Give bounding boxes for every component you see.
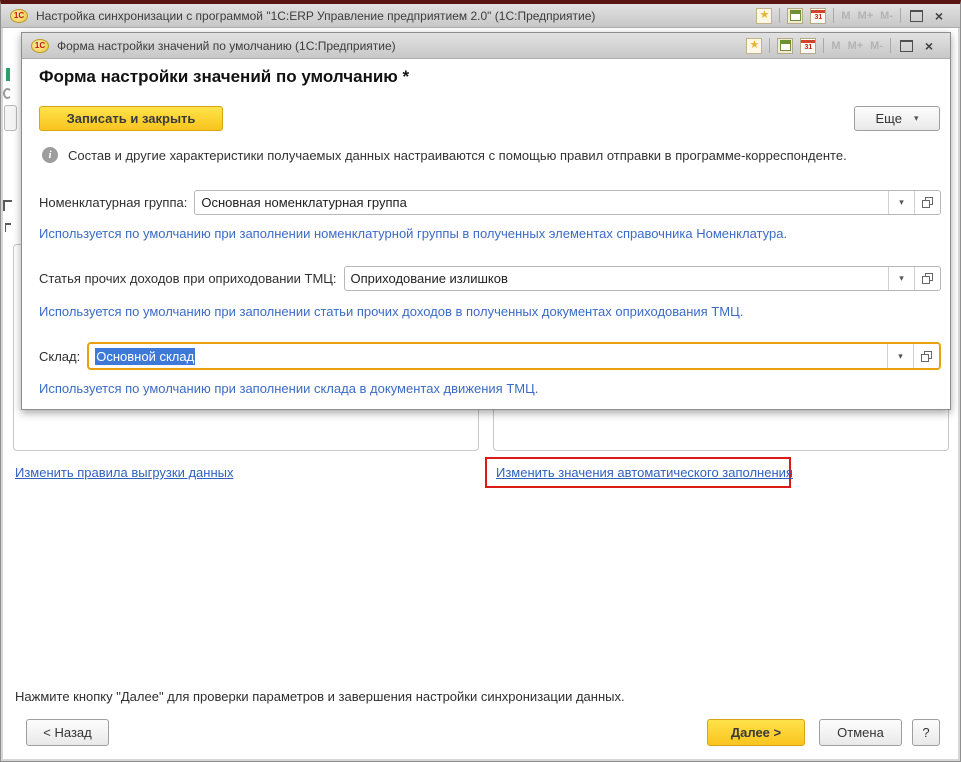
calculator-icon[interactable]: [777, 38, 793, 54]
change-autofill-values-link[interactable]: Изменить значения автоматического заполн…: [496, 465, 793, 480]
open-button[interactable]: [914, 267, 940, 290]
calendar-icon[interactable]: 31: [800, 38, 816, 54]
occluded-content-fragment: [6, 68, 10, 81]
info-banner: i Состав и другие характеристики получае…: [42, 147, 847, 163]
field-hint: Используется по умолчанию при заполнении…: [39, 226, 787, 241]
wizard-hint-text: Нажмите кнопку "Далее" для проверки пара…: [15, 689, 625, 704]
titlebar-divider: [900, 8, 901, 23]
field-label: Склад:: [39, 349, 80, 364]
change-upload-rules-link[interactable]: Изменить правила выгрузки данных: [15, 465, 233, 480]
modal-titlebar: 1С Форма настройки значений по умолчанию…: [22, 33, 950, 59]
cancel-button[interactable]: Отмена: [819, 719, 902, 746]
maximize-icon[interactable]: [898, 38, 914, 54]
field-hint: Используется по умолчанию при заполнении…: [39, 381, 538, 396]
chevron-down-icon: ▾: [898, 351, 903, 362]
memory-m-button: М: [841, 10, 850, 22]
combobox-value[interactable]: Основная номенклатурная группа: [195, 191, 888, 214]
back-button[interactable]: < Назад: [26, 719, 109, 746]
back-window: 1С Настройка синхронизации с программой …: [0, 0, 961, 762]
memory-m-plus-button: М+: [848, 40, 864, 52]
occluded-content-fragment: [3, 88, 12, 99]
memory-m-minus-button: М-: [880, 10, 893, 22]
other-income-item-combobox: Оприходование излишков ▾: [344, 266, 941, 291]
maximize-icon[interactable]: [908, 8, 924, 24]
default-values-dialog: 1С Форма настройки значений по умолчанию…: [21, 32, 951, 410]
back-window-titlebar: 1С Настройка синхронизации с программой …: [1, 4, 960, 28]
favorites-icon[interactable]: ★: [756, 8, 772, 24]
field-row-nomenclature-group: Номенклатурная группа: Основная номенкла…: [39, 190, 941, 215]
app-logo-icon: 1С: [10, 9, 28, 23]
combobox-value[interactable]: Оприходование излишков: [345, 267, 888, 290]
open-button[interactable]: [914, 191, 940, 214]
info-text: Состав и другие характеристики получаемы…: [68, 148, 847, 163]
open-icon: [921, 351, 932, 362]
memory-m-plus-button: М+: [858, 10, 874, 22]
calculator-icon[interactable]: [787, 8, 803, 24]
field-label: Статья прочих доходов при оприходовании …: [39, 271, 337, 286]
close-icon[interactable]: ×: [931, 8, 947, 24]
titlebar-divider: [833, 8, 834, 23]
open-icon: [922, 273, 933, 284]
field-row-warehouse: Склад: Основной склад ▾: [39, 342, 941, 370]
chevron-down-icon: ▾: [914, 113, 919, 124]
memory-m-minus-button: М-: [870, 40, 883, 52]
combobox-value[interactable]: Основной склад: [89, 344, 887, 368]
more-button[interactable]: Еще ▾: [854, 106, 940, 131]
occluded-content-fragment: [4, 105, 17, 131]
nomenclature-group-combobox: Основная номенклатурная группа ▾: [194, 190, 941, 215]
dialog-heading: Форма настройки значений по умолчанию *: [39, 67, 409, 87]
field-hint: Используется по умолчанию при заполнении…: [39, 304, 743, 319]
titlebar-divider: [890, 38, 891, 53]
titlebar-divider: [823, 38, 824, 53]
more-button-label: Еще: [876, 111, 902, 126]
field-label: Номенклатурная группа:: [39, 195, 187, 210]
dropdown-button[interactable]: ▾: [887, 344, 913, 368]
back-window-title: Настройка синхронизации с программой "1С…: [36, 9, 595, 23]
app-logo-icon: 1С: [31, 39, 49, 53]
chevron-down-icon: ▾: [899, 273, 904, 284]
titlebar-divider: [769, 38, 770, 53]
titlebar-divider: [779, 8, 780, 23]
warehouse-combobox: Основной склад ▾: [87, 342, 941, 370]
dropdown-button[interactable]: ▾: [888, 267, 914, 290]
chevron-down-icon: ▾: [899, 197, 904, 208]
favorites-icon[interactable]: ★: [746, 38, 762, 54]
help-button[interactable]: ?: [912, 719, 940, 746]
save-and-close-button[interactable]: Записать и закрыть: [39, 106, 223, 131]
occluded-content-fragment: [3, 200, 12, 211]
occluded-content-fragment: [5, 223, 11, 232]
memory-m-button: М: [831, 40, 840, 52]
open-button[interactable]: [913, 344, 939, 368]
next-button[interactable]: Далее >: [707, 719, 805, 746]
open-icon: [922, 197, 933, 208]
field-row-other-income-item: Статья прочих доходов при оприходовании …: [39, 266, 941, 291]
highlight-box: Изменить значения автоматического заполн…: [485, 457, 791, 488]
modal-title: Форма настройки значений по умолчанию (1…: [57, 39, 396, 53]
close-icon[interactable]: ×: [921, 38, 937, 54]
selected-text: Основной склад: [95, 348, 195, 365]
calendar-icon[interactable]: 31: [810, 8, 826, 24]
info-icon: i: [42, 147, 58, 163]
dropdown-button[interactable]: ▾: [888, 191, 914, 214]
